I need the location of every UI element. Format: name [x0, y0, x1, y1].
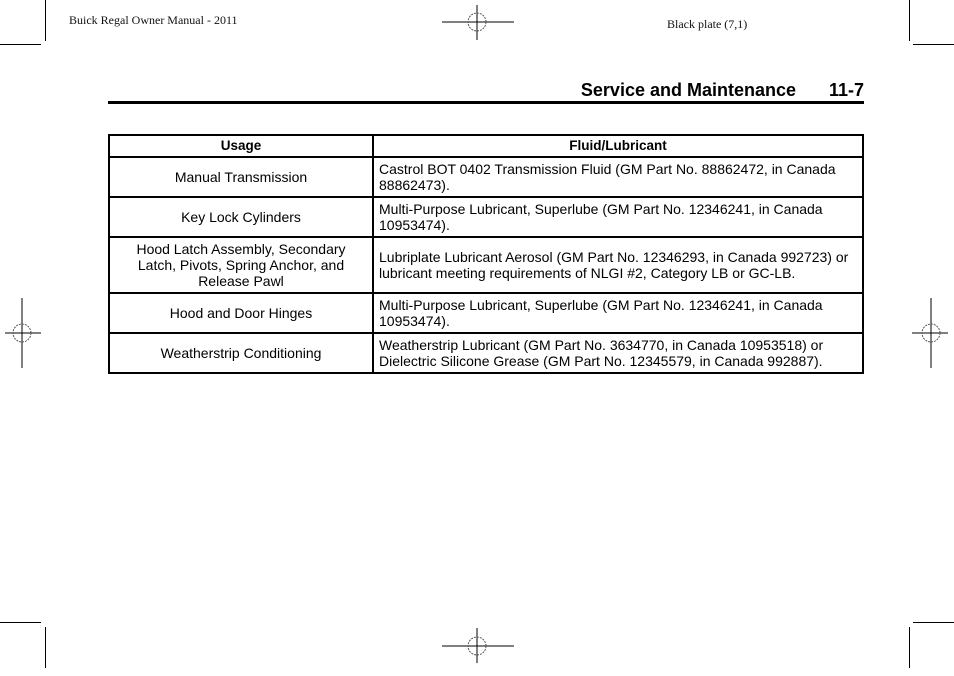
section-rule-divider — [108, 101, 864, 104]
table-row: Key Lock Cylinders Multi-Purpose Lubrica… — [108, 196, 864, 238]
plate-label: Black plate (7,1) — [667, 17, 748, 31]
fluid-cell: Castrol BOT 0402 Transmission Fluid (GM … — [372, 156, 864, 198]
fluid-cell: Lubriplate Lubricant Aerosol (GM Part No… — [372, 236, 864, 294]
crop-mark-bottom-right-vertical — [909, 627, 910, 668]
registration-mark-bottom-icon — [442, 626, 514, 676]
usage-cell: Hood Latch Assembly, Secondary Latch, Pi… — [108, 236, 374, 294]
crop-mark-bottom-right-horizontal — [913, 622, 954, 623]
section-header: Service and Maintenance 11-7 — [108, 78, 864, 102]
registration-mark-left-icon — [0, 296, 42, 370]
fluid-cell: Multi-Purpose Lubricant, Superlube (GM P… — [372, 196, 864, 238]
registration-mark-top-icon — [442, 0, 514, 50]
crop-mark-bottom-left-vertical — [45, 627, 46, 668]
fluid-cell: Weatherstrip Lubricant (GM Part No. 3634… — [372, 332, 864, 374]
crop-mark-bottom-left-horizontal — [0, 622, 41, 623]
table-row: Hood Latch Assembly, Secondary Latch, Pi… — [108, 236, 864, 294]
usage-cell: Manual Transmission — [108, 156, 374, 198]
column-header-usage: Usage — [108, 134, 374, 158]
fluids-lubricants-table: Usage Fluid/Lubricant Manual Transmissio… — [108, 134, 864, 374]
manual-title: Buick Regal Owner Manual - 2011 — [69, 13, 238, 27]
crop-mark-top-left-vertical — [45, 0, 46, 41]
usage-cell: Hood and Door Hinges — [108, 292, 374, 334]
page-number: 11-7 — [828, 80, 864, 100]
table-row: Weatherstrip Conditioning Weatherstrip L… — [108, 332, 864, 374]
usage-cell: Key Lock Cylinders — [108, 196, 374, 238]
fluid-cell: Multi-Purpose Lubricant, Superlube (GM P… — [372, 292, 864, 334]
section-title: Service and Maintenance — [580, 80, 796, 100]
crop-mark-top-left-horizontal — [0, 44, 41, 45]
registration-mark-right-icon — [912, 296, 954, 370]
table-row: Manual Transmission Castrol BOT 0402 Tra… — [108, 156, 864, 198]
table-row: Hood and Door Hinges Multi-Purpose Lubri… — [108, 292, 864, 334]
table-header-row: Usage Fluid/Lubricant — [108, 134, 864, 158]
usage-cell: Weatherstrip Conditioning — [108, 332, 374, 374]
crop-mark-top-right-horizontal — [913, 44, 954, 45]
crop-mark-top-right-vertical — [909, 0, 910, 41]
column-header-fluid: Fluid/Lubricant — [372, 134, 864, 158]
